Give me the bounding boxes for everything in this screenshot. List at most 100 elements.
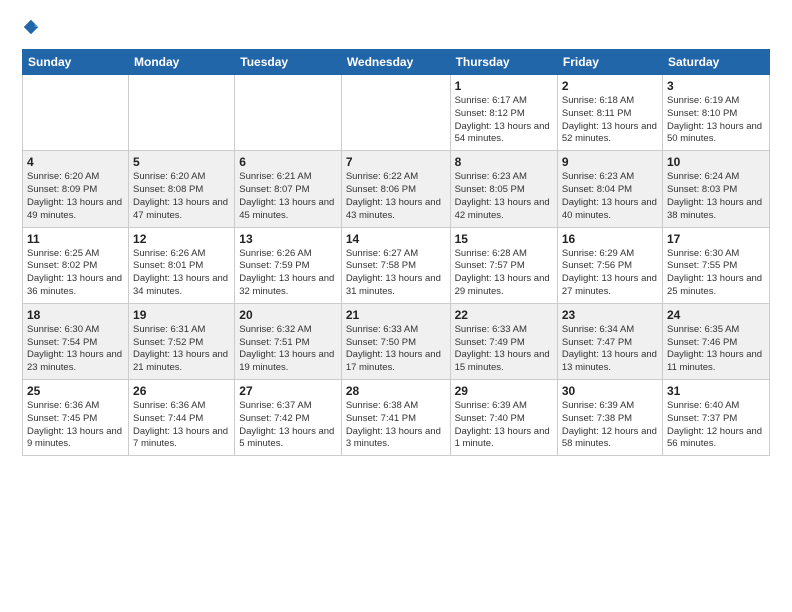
- calendar-cell: 29Sunrise: 6:39 AM Sunset: 7:40 PM Dayli…: [450, 380, 557, 456]
- cell-info: Sunrise: 6:21 AM Sunset: 8:07 PM Dayligh…: [239, 171, 337, 222]
- col-header-wednesday: Wednesday: [341, 50, 450, 75]
- col-header-sunday: Sunday: [23, 50, 129, 75]
- cell-info: Sunrise: 6:33 AM Sunset: 7:50 PM Dayligh…: [346, 324, 446, 375]
- calendar-cell: 10 Sunrise: 6:24 AM Sunset: 8:03 PM Dayli…: [663, 151, 770, 227]
- cell-day-number: 6: [239, 155, 337, 169]
- cell-info: Sunrise: 6:26 AM Sunset: 7:59 PM Dayligh…: [239, 248, 337, 299]
- cell-info: Sunrise: 6:30 AM Sunset: 7:54 PM Dayligh…: [27, 324, 124, 375]
- cell-info: Sunrise: 6:19 AM Sunset: 8:10 PM Dayligh…: [667, 95, 765, 146]
- cell-day-number: 17: [667, 232, 765, 246]
- col-header-friday: Friday: [557, 50, 662, 75]
- calendar-week-3: 18 Sunrise: 6:30 AM Sunset: 7:54 PM Dayli…: [23, 303, 770, 379]
- calendar-cell: 27 Sunrise: 6:37 AM Sunset: 7:42 PM Dayli…: [235, 380, 342, 456]
- cell-day-number: 23: [562, 308, 658, 322]
- cell-day-number: 10: [667, 155, 765, 169]
- calendar-cell: [341, 75, 450, 151]
- cell-day-number: 3: [667, 79, 765, 93]
- cell-info: Sunrise: 6:29 AM Sunset: 7:56 PM Dayligh…: [562, 248, 658, 299]
- cell-day-number: 1: [455, 79, 553, 93]
- calendar-week-1: 4Sunrise: 6:20 AM Sunset: 8:09 PM Daylig…: [23, 151, 770, 227]
- header: [22, 18, 770, 41]
- logo: [22, 18, 39, 41]
- cell-day-number: 27: [239, 384, 337, 398]
- col-header-thursday: Thursday: [450, 50, 557, 75]
- cell-info: Sunrise: 6:30 AM Sunset: 7:55 PM Dayligh…: [667, 248, 765, 299]
- cell-info: Sunrise: 6:24 AM Sunset: 8:03 PM Dayligh…: [667, 171, 765, 222]
- cell-day-number: 9: [562, 155, 658, 169]
- calendar-cell: 12Sunrise: 6:26 AM Sunset: 8:01 PM Dayli…: [129, 227, 235, 303]
- col-header-tuesday: Tuesday: [235, 50, 342, 75]
- cell-day-number: 15: [455, 232, 553, 246]
- calendar-cell: 16 Sunrise: 6:29 AM Sunset: 7:56 PM Dayli…: [557, 227, 662, 303]
- calendar-cell: [129, 75, 235, 151]
- cell-day-number: 19: [133, 308, 230, 322]
- calendar-cell: [23, 75, 129, 151]
- cell-day-number: 22: [455, 308, 553, 322]
- calendar-cell: 9 Sunrise: 6:23 AM Sunset: 8:04 PM Daylig…: [557, 151, 662, 227]
- cell-day-number: 8: [455, 155, 553, 169]
- calendar-cell: 18 Sunrise: 6:30 AM Sunset: 7:54 PM Dayli…: [23, 303, 129, 379]
- cell-info: Sunrise: 6:17 AM Sunset: 8:12 PM Dayligh…: [455, 95, 553, 146]
- calendar-header-row: SundayMondayTuesdayWednesdayThursdayFrid…: [23, 50, 770, 75]
- cell-info: Sunrise: 6:23 AM Sunset: 8:04 PM Dayligh…: [562, 171, 658, 222]
- cell-day-number: 16: [562, 232, 658, 246]
- calendar: SundayMondayTuesdayWednesdayThursdayFrid…: [22, 49, 770, 456]
- calendar-cell: 6 Sunrise: 6:21 AM Sunset: 8:07 PM Daylig…: [235, 151, 342, 227]
- cell-info: Sunrise: 6:36 AM Sunset: 7:44 PM Dayligh…: [133, 400, 230, 451]
- cell-info: Sunrise: 6:18 AM Sunset: 8:11 PM Dayligh…: [562, 95, 658, 146]
- cell-info: Sunrise: 6:32 AM Sunset: 7:51 PM Dayligh…: [239, 324, 337, 375]
- cell-info: Sunrise: 6:25 AM Sunset: 8:02 PM Dayligh…: [27, 248, 124, 299]
- cell-day-number: 14: [346, 232, 446, 246]
- cell-info: Sunrise: 6:27 AM Sunset: 7:58 PM Dayligh…: [346, 248, 446, 299]
- cell-info: Sunrise: 6:39 AM Sunset: 7:38 PM Dayligh…: [562, 400, 658, 451]
- calendar-cell: 8Sunrise: 6:23 AM Sunset: 8:05 PM Daylig…: [450, 151, 557, 227]
- calendar-cell: 30 Sunrise: 6:39 AM Sunset: 7:38 PM Dayli…: [557, 380, 662, 456]
- calendar-cell: 17 Sunrise: 6:30 AM Sunset: 7:55 PM Dayli…: [663, 227, 770, 303]
- cell-day-number: 2: [562, 79, 658, 93]
- cell-day-number: 11: [27, 232, 124, 246]
- cell-day-number: 24: [667, 308, 765, 322]
- calendar-cell: 28Sunrise: 6:38 AM Sunset: 7:41 PM Dayli…: [341, 380, 450, 456]
- cell-day-number: 21: [346, 308, 446, 322]
- calendar-week-0: 1 Sunrise: 6:17 AM Sunset: 8:12 PM Daylig…: [23, 75, 770, 151]
- cell-day-number: 30: [562, 384, 658, 398]
- calendar-week-4: 25 Sunrise: 6:36 AM Sunset: 7:45 PM Dayli…: [23, 380, 770, 456]
- calendar-cell: 15 Sunrise: 6:28 AM Sunset: 7:57 PM Dayli…: [450, 227, 557, 303]
- cell-day-number: 13: [239, 232, 337, 246]
- cell-info: Sunrise: 6:40 AM Sunset: 7:37 PM Dayligh…: [667, 400, 765, 451]
- cell-info: Sunrise: 6:28 AM Sunset: 7:57 PM Dayligh…: [455, 248, 553, 299]
- cell-info: Sunrise: 6:33 AM Sunset: 7:49 PM Dayligh…: [455, 324, 553, 375]
- calendar-cell: 31 Sunrise: 6:40 AM Sunset: 7:37 PM Dayli…: [663, 380, 770, 456]
- cell-info: Sunrise: 6:31 AM Sunset: 7:52 PM Dayligh…: [133, 324, 230, 375]
- cell-info: Sunrise: 6:20 AM Sunset: 8:08 PM Dayligh…: [133, 171, 230, 222]
- calendar-cell: 25 Sunrise: 6:36 AM Sunset: 7:45 PM Dayli…: [23, 380, 129, 456]
- cell-info: Sunrise: 6:39 AM Sunset: 7:40 PM Dayligh…: [455, 400, 553, 451]
- col-header-monday: Monday: [129, 50, 235, 75]
- cell-day-number: 31: [667, 384, 765, 398]
- calendar-cell: 11 Sunrise: 6:25 AM Sunset: 8:02 PM Dayli…: [23, 227, 129, 303]
- calendar-cell: 19 Sunrise: 6:31 AM Sunset: 7:52 PM Dayli…: [129, 303, 235, 379]
- calendar-cell: 3 Sunrise: 6:19 AM Sunset: 8:10 PM Daylig…: [663, 75, 770, 151]
- cell-day-number: 26: [133, 384, 230, 398]
- cell-day-number: 18: [27, 308, 124, 322]
- calendar-cell: 22 Sunrise: 6:33 AM Sunset: 7:49 PM Dayli…: [450, 303, 557, 379]
- calendar-cell: 24Sunrise: 6:35 AM Sunset: 7:46 PM Dayli…: [663, 303, 770, 379]
- cell-info: Sunrise: 6:22 AM Sunset: 8:06 PM Dayligh…: [346, 171, 446, 222]
- calendar-cell: 23Sunrise: 6:34 AM Sunset: 7:47 PM Dayli…: [557, 303, 662, 379]
- calendar-cell: 5Sunrise: 6:20 AM Sunset: 8:08 PM Daylig…: [129, 151, 235, 227]
- calendar-cell: [235, 75, 342, 151]
- page: SundayMondayTuesdayWednesdayThursdayFrid…: [0, 0, 792, 466]
- logo-text: [22, 18, 39, 41]
- cell-day-number: 4: [27, 155, 124, 169]
- cell-info: Sunrise: 6:36 AM Sunset: 7:45 PM Dayligh…: [27, 400, 124, 451]
- calendar-cell: 26 Sunrise: 6:36 AM Sunset: 7:44 PM Dayli…: [129, 380, 235, 456]
- cell-info: Sunrise: 6:37 AM Sunset: 7:42 PM Dayligh…: [239, 400, 337, 451]
- col-header-saturday: Saturday: [663, 50, 770, 75]
- cell-day-number: 25: [27, 384, 124, 398]
- cell-day-number: 20: [239, 308, 337, 322]
- calendar-cell: 1 Sunrise: 6:17 AM Sunset: 8:12 PM Daylig…: [450, 75, 557, 151]
- cell-info: Sunrise: 6:38 AM Sunset: 7:41 PM Dayligh…: [346, 400, 446, 451]
- calendar-week-2: 11 Sunrise: 6:25 AM Sunset: 8:02 PM Dayli…: [23, 227, 770, 303]
- calendar-cell: 2 Sunrise: 6:18 AM Sunset: 8:11 PM Daylig…: [557, 75, 662, 151]
- cell-day-number: 7: [346, 155, 446, 169]
